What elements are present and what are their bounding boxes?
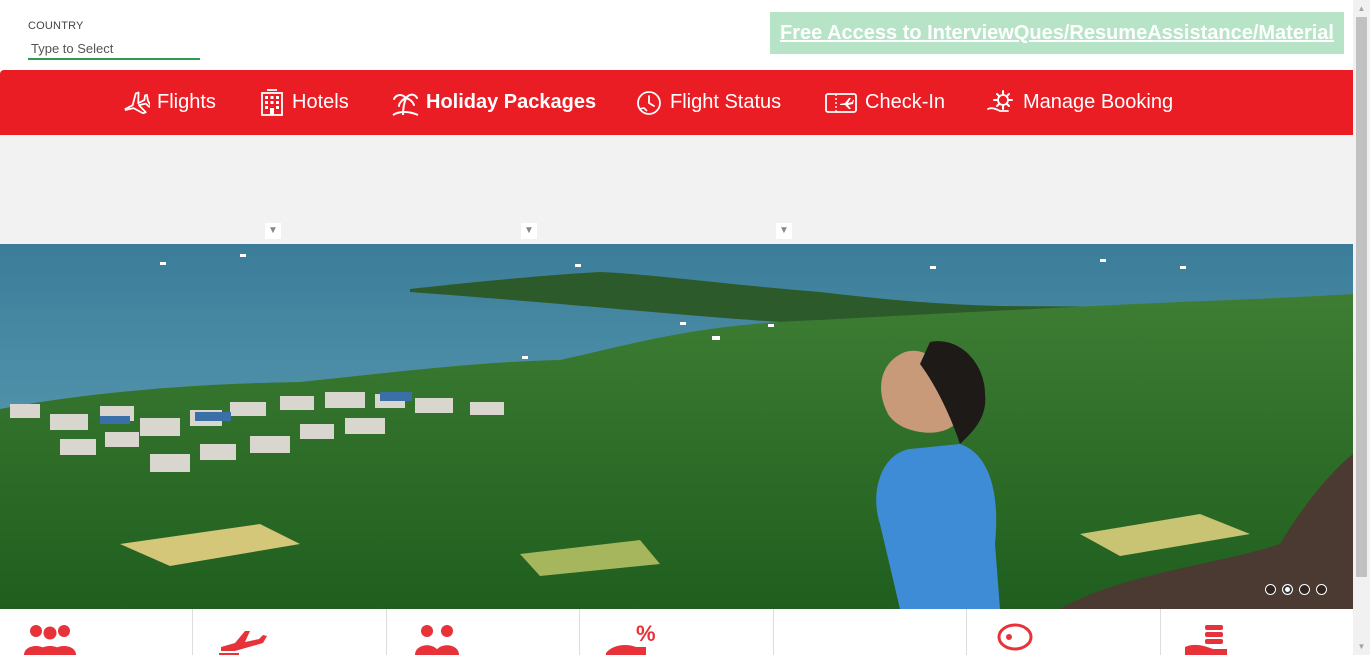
nav-item-label: Flight Status [670,91,782,113]
business-people-icon [414,625,459,655]
carousel-dot[interactable] [1265,584,1276,595]
svg-text:%: % [636,623,656,646]
page: COUNTRY Free Access to InterviewQues/Res… [0,0,1370,655]
ticket-icon [825,92,857,113]
feature-group-travel[interactable] [0,609,194,655]
dropdown-arrow-icon[interactable]: ▼ [776,223,792,239]
feature-flights[interactable] [193,609,387,655]
nav-item-label: Manage Booking [1023,91,1174,113]
promo-banner: Free Access to InterviewQues/ResumeAssis… [770,12,1344,54]
feature-offers[interactable]: % [580,609,774,655]
nav-item-check-in[interactable]: Check-In [824,70,945,135]
nav-item-holiday-packages[interactable]: Holiday Packages [391,70,596,135]
gear-hand-icon [987,89,1013,112]
feature-corporate[interactable] [387,609,581,655]
clock-status-icon [637,90,661,115]
carousel-dot[interactable] [1316,584,1327,595]
nav-item-hotels[interactable]: Hotels [259,70,349,135]
discount-percent-icon: % [606,623,656,655]
search-panel: ▼ ▼ ▼ [0,135,1353,244]
country-label: COUNTRY [28,20,84,32]
airplane-icon [124,91,150,114]
carousel-dot[interactable] [1299,584,1310,595]
hero-carousel [0,244,1353,609]
palm-tree-icon [392,93,419,116]
scroll-down-icon[interactable]: ▼ [1353,638,1370,655]
promo-link[interactable]: Free Access to InterviewQues/ResumeAssis… [780,22,1334,45]
coins-hand-icon [1184,625,1227,655]
plane-takeoff-icon [219,631,268,655]
scroll-up-icon[interactable]: ▲ [1353,0,1370,17]
nav-item-flight-status[interactable]: Flight Status [635,70,781,135]
main-nav: Flights Hotels Holiday Packages Flight S… [0,70,1353,135]
dropdown-arrow-icon[interactable]: ▼ [521,223,537,239]
hotel-building-icon [261,88,283,116]
feature-payments[interactable] [1161,609,1353,655]
nav-item-flights[interactable]: Flights [122,70,216,135]
feature-support[interactable] [967,609,1161,655]
carousel-dot-active[interactable] [1282,584,1293,595]
vertical-scrollbar[interactable]: ▲ ▼ [1353,0,1370,655]
chat-bubble-icon [997,623,1033,651]
nav-item-manage-booking[interactable]: Manage Booking [986,70,1173,135]
nav-item-label: Flights [157,91,216,113]
feature-strip: % [0,609,1353,655]
country-selector: COUNTRY [28,20,200,60]
nav-item-label: Check-In [865,91,946,113]
dropdown-arrow-icon[interactable]: ▼ [265,223,281,239]
group-people-icon [24,625,76,655]
carousel-dots [1265,584,1327,595]
scrollbar-thumb[interactable] [1356,17,1367,577]
hero-image [0,244,1353,609]
feature-empty[interactable] [774,609,968,655]
nav-item-label: Holiday Packages [426,91,597,113]
nav-item-label: Hotels [292,91,349,113]
country-input[interactable] [28,38,200,60]
